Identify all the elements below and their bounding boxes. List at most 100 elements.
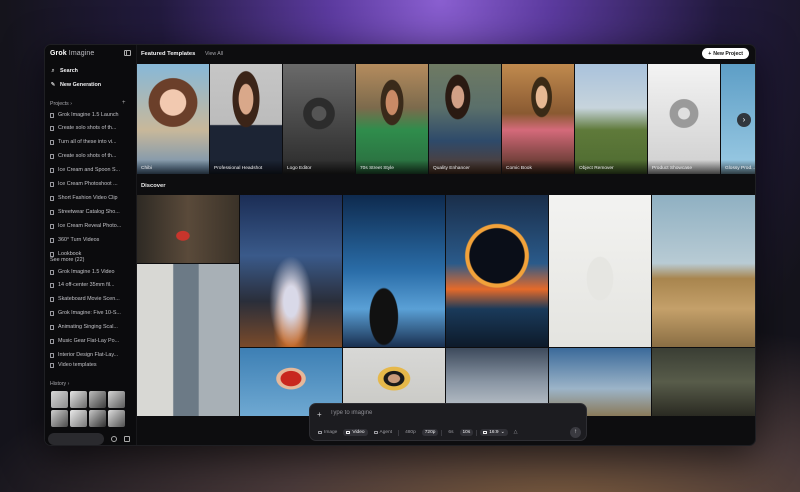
flask-icon: △ bbox=[513, 430, 518, 435]
project-item[interactable]: Interior Design Flat-Lay... bbox=[50, 351, 134, 359]
project-item[interactable]: Music Gear Flat-Lay Po... bbox=[50, 337, 134, 345]
new-generation-button[interactable]: ✎ New Generation bbox=[50, 81, 101, 89]
new-generation-label: New Generation bbox=[60, 82, 102, 88]
project-item[interactable]: Animating Singing Scal... bbox=[50, 323, 134, 331]
plus-icon: + bbox=[708, 50, 712, 57]
gallery-item[interactable] bbox=[446, 195, 548, 347]
gallery-item[interactable] bbox=[549, 195, 651, 347]
sidebar: Grok Imagine ⌕ Search ✎ New Generation P… bbox=[45, 45, 137, 445]
aspect-ratio-icon bbox=[483, 431, 488, 434]
template-tile-logo-editor[interactable]: Logo Editor bbox=[283, 64, 355, 174]
video-templates-link[interactable]: Video templates bbox=[50, 361, 134, 369]
project-item[interactable]: Ice Cream Photoshoot ... bbox=[50, 180, 134, 188]
template-tile-70s-street[interactable]: 70s Street Style bbox=[356, 64, 428, 174]
duration-10s-option[interactable]: 10s bbox=[459, 429, 474, 436]
project-item-label: Interior Design Flat-Lay... bbox=[58, 352, 119, 358]
gallery-item[interactable] bbox=[343, 195, 445, 347]
mode-agent-option[interactable]: Agent bbox=[371, 429, 396, 436]
project-group-1[interactable]: Grok Imagine 1.5 Launch bbox=[50, 111, 134, 119]
add-project-icon[interactable]: + bbox=[122, 100, 126, 106]
project-item[interactable]: Skateboard Movie Scen... bbox=[50, 295, 134, 303]
history-grid bbox=[51, 391, 125, 427]
project-item[interactable]: Create solo shots of th... bbox=[50, 124, 134, 132]
template-tile-object-remover[interactable]: Object Remover bbox=[575, 64, 647, 174]
history-thumb[interactable] bbox=[51, 391, 68, 408]
prompt-input[interactable] bbox=[330, 410, 550, 416]
see-more-link[interactable]: See more (22) bbox=[50, 256, 134, 264]
project-item[interactable]: 360° Turn Videos bbox=[50, 236, 134, 244]
project-item[interactable]: Streetwear Catalog Sho... bbox=[50, 208, 134, 216]
project-item[interactable]: Grok Imagine: Five 10-S... bbox=[50, 309, 134, 317]
project-item[interactable]: Short Fashion Video Clip bbox=[50, 194, 134, 202]
template-tile-comic-book[interactable]: Comic Book bbox=[502, 64, 574, 174]
help-icon[interactable] bbox=[111, 436, 117, 442]
video-icon bbox=[50, 362, 54, 368]
video-templates-label: Video templates bbox=[58, 362, 97, 368]
template-tile-headshot[interactable]: Professional Headshot bbox=[210, 64, 282, 174]
project-item[interactable]: Create solo shots of th... bbox=[50, 152, 134, 160]
gallery-item[interactable] bbox=[137, 195, 239, 263]
project-item-label: Create solo shots of th... bbox=[58, 125, 117, 131]
history-thumb[interactable] bbox=[89, 410, 106, 427]
duration-6s-option[interactable]: 6s bbox=[445, 429, 456, 436]
chevron-down-icon: ⌄ bbox=[500, 430, 505, 435]
project-item[interactable]: Ice Cream and Spoon S... bbox=[50, 166, 134, 174]
history-header[interactable]: History › bbox=[50, 381, 69, 387]
history-thumb[interactable] bbox=[70, 391, 87, 408]
document-icon bbox=[50, 153, 54, 159]
document-icon bbox=[50, 324, 54, 330]
edit-icon: ✎ bbox=[50, 82, 56, 88]
history-thumb[interactable] bbox=[51, 410, 68, 427]
chevron-right-icon: › bbox=[70, 101, 72, 107]
gallery-item[interactable] bbox=[137, 264, 239, 416]
new-project-button[interactable]: + New Project bbox=[702, 48, 749, 59]
video-icon bbox=[346, 431, 351, 434]
divider bbox=[398, 429, 400, 436]
history-thumb[interactable] bbox=[108, 391, 125, 408]
profile-button[interactable] bbox=[48, 433, 104, 445]
app-logo[interactable]: Grok Imagine bbox=[50, 50, 94, 57]
template-tile-quality-enhancer[interactable]: Quality Enhancer bbox=[429, 64, 501, 174]
resolution-720p-option[interactable]: 720p bbox=[421, 429, 439, 436]
project-item[interactable]: 14 off-center 35mm fil... bbox=[50, 281, 134, 289]
project-group-label: Grok Imagine 1.5 Video bbox=[58, 269, 115, 275]
expand-icon[interactable] bbox=[124, 436, 130, 442]
brand-name: Grok bbox=[50, 50, 67, 57]
template-caption: Object Remover bbox=[575, 160, 647, 174]
template-caption: Chibi bbox=[137, 160, 209, 174]
send-button[interactable]: ↑ bbox=[570, 427, 581, 438]
template-caption: Professional Headshot bbox=[210, 160, 282, 174]
history-thumb[interactable] bbox=[89, 391, 106, 408]
chevron-right-icon[interactable]: › bbox=[737, 113, 751, 127]
document-icon bbox=[50, 125, 54, 131]
history-thumb[interactable] bbox=[70, 410, 87, 427]
gallery-item[interactable] bbox=[652, 348, 755, 416]
document-icon bbox=[50, 352, 54, 358]
history-label: History bbox=[50, 381, 67, 387]
template-tile-product-showcase[interactable]: Product Showcase bbox=[648, 64, 720, 174]
projects-header[interactable]: Projects › bbox=[50, 101, 72, 107]
option-label: 720p bbox=[424, 430, 436, 435]
style-toggle[interactable]: △ bbox=[511, 429, 521, 436]
project-item-label: Create solo shots of th... bbox=[58, 153, 117, 159]
mode-video-option[interactable]: Video bbox=[343, 429, 368, 436]
add-attachment-icon[interactable]: + bbox=[317, 410, 322, 419]
resolution-480p-option[interactable]: 480p bbox=[402, 429, 419, 436]
project-group-2[interactable]: Grok Imagine 1.5 Video bbox=[50, 268, 134, 276]
template-caption: Comic Book bbox=[502, 160, 574, 174]
mode-image-option[interactable]: Image bbox=[315, 429, 340, 436]
gallery-item[interactable] bbox=[240, 195, 342, 347]
project-item[interactable]: Turn all of these into vi... bbox=[50, 138, 134, 146]
gallery-item[interactable] bbox=[652, 195, 755, 347]
project-item-label: 360° Turn Videos bbox=[58, 237, 100, 243]
template-caption: Product Showcase bbox=[648, 160, 720, 174]
search-button[interactable]: ⌕ Search bbox=[50, 67, 78, 75]
template-tile-chibi[interactable]: Chibi bbox=[137, 64, 209, 174]
project-item[interactable]: Ice Cream Reveal Photo... bbox=[50, 222, 134, 230]
sidebar-toggle-icon[interactable] bbox=[124, 50, 131, 56]
aspect-ratio-select[interactable]: 16:9 ⌄ bbox=[480, 429, 508, 436]
history-thumb[interactable] bbox=[108, 410, 125, 427]
view-all-link[interactable]: View All bbox=[205, 51, 223, 57]
document-icon bbox=[50, 310, 54, 316]
search-label: Search bbox=[60, 68, 78, 74]
